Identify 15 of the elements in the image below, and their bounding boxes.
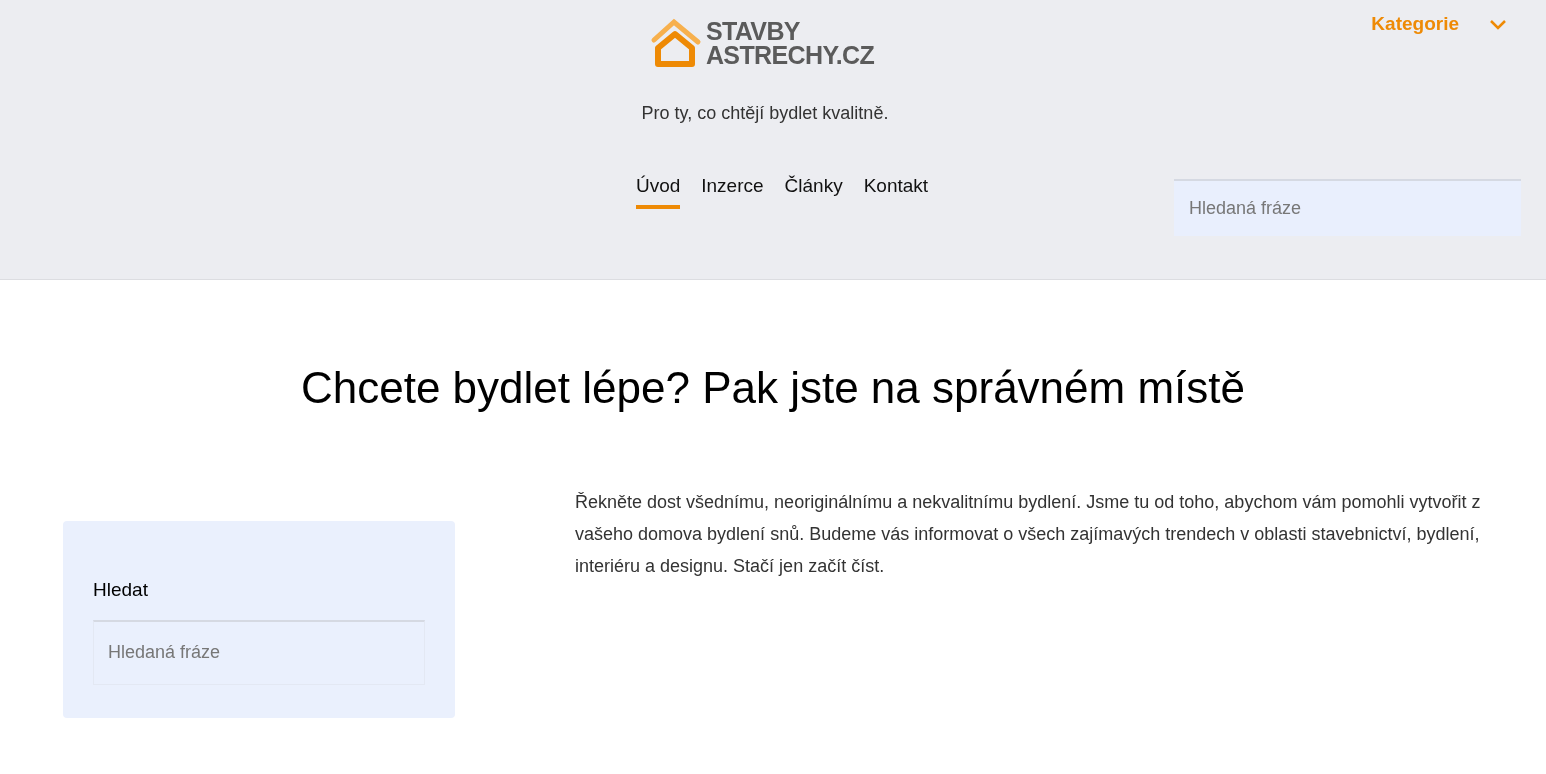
intro-paragraph: Řekněte dost všednímu, neoriginálnímu a nekvalitnímu bydlení. Jsme tu od toho, abychom vám pomohli vytvořit z vašeho domova bydlení snů. Budeme vás informovat o všech zajímavých trendech v oblasti stavebnictví, bydlení, interiéru a designu. Stačí jen začít číst. (575, 491, 1482, 578)
nav-link[interactable]: Úvod (635, 172, 681, 209)
widget-title: Hledat (93, 578, 149, 602)
nav-link[interactable]: Kontakt (863, 172, 929, 209)
chevron-icon (1489, 18, 1507, 30)
page-heading: Chcete bydlet lépe? Pak jste na správném místě (299, 362, 1246, 414)
logo-text: ASTRECHY.CZ (705, 43, 875, 67)
house-icon (649, 18, 702, 68)
nav-link[interactable]: Inzerce (701, 172, 764, 209)
search-field[interactable]: Hledaná fráze (93, 619, 425, 685)
search-field[interactable]: Hledaná fráze (1174, 178, 1521, 236)
logo-text: STAVBY (705, 19, 801, 43)
site-logo[interactable]: STAVBY ASTRECHY.CZ (649, 18, 875, 68)
nav-link[interactable]: Články (784, 172, 843, 209)
tagline: Pro ty, co chtějí bydlet kvalitně. (641, 102, 889, 125)
